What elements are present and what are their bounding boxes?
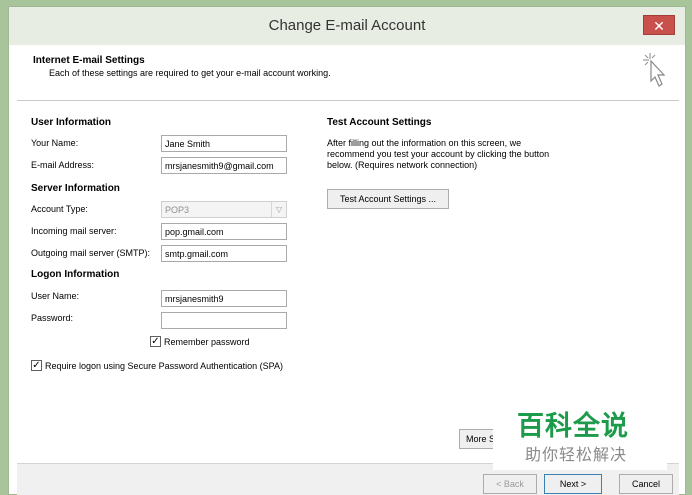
- incoming-server-input[interactable]: pop.gmail.com: [161, 223, 287, 240]
- remember-password-label: Remember password: [164, 337, 250, 347]
- account-type-select: POP3 ▽: [161, 201, 287, 218]
- window-title: Change E-mail Account: [268, 17, 426, 34]
- remember-password-checkbox[interactable]: ✓: [150, 336, 161, 347]
- back-button[interactable]: < Back: [483, 474, 537, 494]
- test-account-description: After filling out the information on thi…: [327, 138, 550, 170]
- next-button[interactable]: Next >: [544, 474, 602, 494]
- user-name-input[interactable]: mrsjanesmith9: [161, 290, 287, 307]
- dialog-header: Internet E-mail Settings Each of these s…: [17, 45, 679, 101]
- cancel-button[interactable]: Cancel: [619, 474, 673, 494]
- password-input[interactable]: [161, 312, 287, 329]
- server-info-heading: Server Information: [31, 183, 120, 194]
- outgoing-server-input[interactable]: smtp.gmail.com: [161, 245, 287, 262]
- password-label: Password:: [31, 313, 74, 323]
- close-button[interactable]: ✕: [643, 15, 675, 35]
- logon-info-heading: Logon Information: [31, 269, 120, 280]
- watermark-logo: 百科全说 助你轻松解决: [493, 386, 667, 470]
- account-type-label: Account Type:: [31, 204, 88, 214]
- your-name-label: Your Name:: [31, 138, 79, 148]
- cursor-click-icon: [641, 51, 667, 94]
- test-account-settings-button[interactable]: Test Account Settings ...: [327, 189, 449, 209]
- header-title: Internet E-mail Settings: [33, 55, 145, 66]
- email-address-label: E-mail Address:: [31, 160, 95, 170]
- user-name-label: User Name:: [31, 291, 80, 301]
- account-type-value: POP3: [165, 205, 190, 215]
- header-subtitle: Each of these settings are required to g…: [49, 68, 331, 78]
- watermark-sub-text: 助你轻松解决: [525, 445, 628, 464]
- email-address-input[interactable]: mrsjanesmith9@gmail.com: [161, 157, 287, 174]
- chevron-down-icon: ▽: [271, 202, 286, 217]
- spa-label: Require logon using Secure Password Auth…: [45, 361, 283, 371]
- watermark-main-text: 百科全说: [517, 411, 629, 442]
- spa-checkbox[interactable]: ✓: [31, 360, 42, 371]
- outgoing-server-label: Outgoing mail server (SMTP):: [31, 248, 151, 258]
- title-bar[interactable]: Change E-mail Account ✕: [9, 7, 685, 45]
- test-account-heading: Test Account Settings: [327, 117, 432, 128]
- incoming-server-label: Incoming mail server:: [31, 226, 117, 236]
- user-info-heading: User Information: [31, 117, 112, 128]
- your-name-input[interactable]: Jane Smith: [161, 135, 287, 152]
